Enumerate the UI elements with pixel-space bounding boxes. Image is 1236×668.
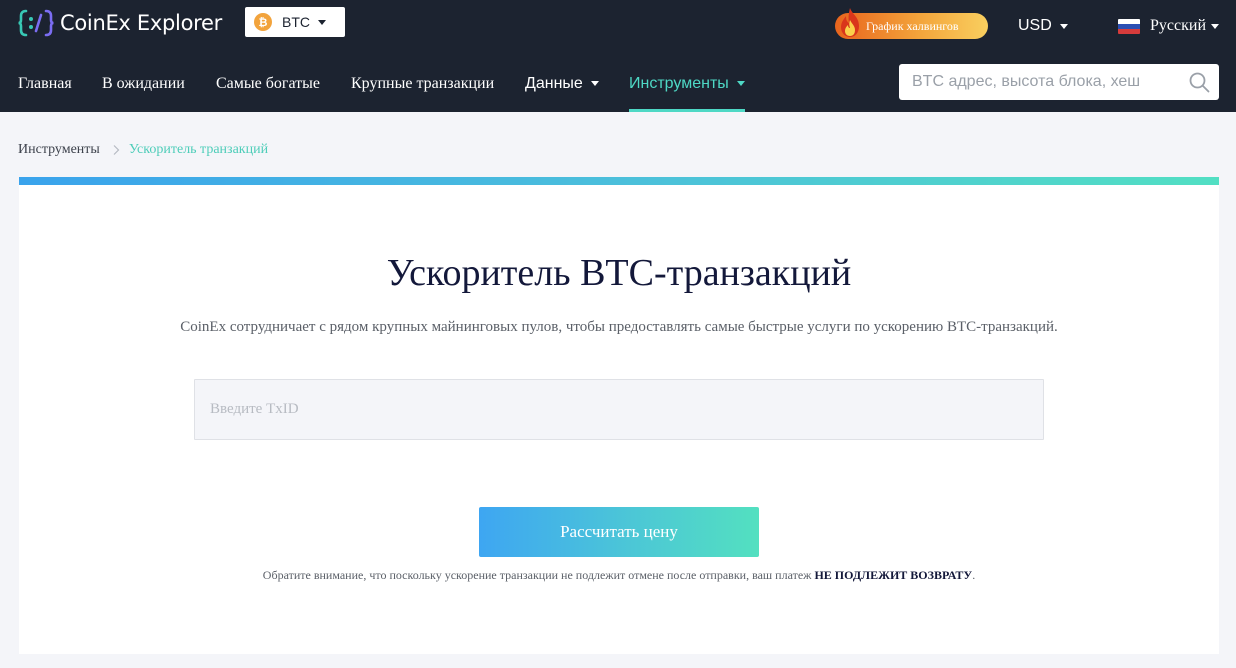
top-header: CoinEx Explorer ₿ BTC График халвингов U… <box>0 0 1236 112</box>
chevron-down-icon <box>1059 23 1068 29</box>
chevron-down-icon <box>1211 23 1219 29</box>
page-title: Ускоритель BTC-транзакций <box>386 252 852 294</box>
halving-chart-label: График халвингов <box>866 19 959 33</box>
currency-select[interactable]: USD <box>1018 15 1068 37</box>
coin-select[interactable]: ₿ BTC <box>245 7 345 37</box>
refund-note: Обратите внимание, что поскольку ускорен… <box>19 567 1219 583</box>
nav-item-pending[interactable]: В ожидании <box>102 62 185 112</box>
nav-item-label: Данные <box>525 75 583 92</box>
coinex-logo-icon <box>18 9 54 37</box>
nav-item-label: Инструменты <box>629 75 729 92</box>
calculate-price-button[interactable]: Рассчитать цену <box>479 507 759 557</box>
txid-input[interactable] <box>194 379 1044 440</box>
nav-item-home[interactable]: Главная <box>18 62 72 112</box>
nav-item-label: В ожидании <box>102 75 185 92</box>
nav-item-label: Крупные транзакции <box>351 75 495 92</box>
russia-flag-icon <box>1118 18 1140 34</box>
fire-icon <box>841 8 859 37</box>
refund-note-text: Обратите внимание, что поскольку ускорен… <box>262 568 815 582</box>
chevron-down-icon <box>590 81 599 87</box>
refund-note-bold: НЕ ПОДЛЕЖИТ ВОЗВРАТУ <box>814 568 973 582</box>
nav-item-label: Самые богатые <box>216 75 320 92</box>
nav-item-richest[interactable]: Самые богатые <box>216 62 320 112</box>
nav-item-tools[interactable]: Инструменты <box>629 62 745 112</box>
logo-text: CoinEx Explorer <box>60 11 222 35</box>
page-subtitle: CoinEx сотрудничает с рядом крупных майн… <box>180 319 1058 335</box>
halving-chart-button[interactable]: График халвингов <box>835 8 988 39</box>
main-nav: Главная В ожидании Самые богатые Крупные… <box>0 62 880 112</box>
card-accent-bar <box>19 177 1219 185</box>
nav-item-label: Главная <box>18 75 72 92</box>
nav-item-large-transactions[interactable]: Крупные транзакции <box>351 62 494 112</box>
coin-select-value: BTC <box>282 14 310 30</box>
breadcrumb: Инструменты Ускоритель транзакций <box>18 140 268 160</box>
language-select[interactable]: Русский <box>1118 15 1219 37</box>
chevron-down-icon <box>736 81 745 87</box>
chevron-right-icon <box>113 145 120 155</box>
accelerator-card: Ускоритель BTC-транзакций CoinEx сотрудн… <box>19 177 1219 654</box>
search-icon[interactable] <box>1189 72 1210 93</box>
breadcrumb-current: Ускоритель транзакций <box>128 142 269 157</box>
refund-note-end: . <box>972 568 976 582</box>
chevron-down-icon <box>318 19 326 25</box>
nav-item-data[interactable]: Данные <box>525 62 599 112</box>
breadcrumb-root[interactable]: Инструменты <box>18 142 100 158</box>
language-value: Русский <box>1150 17 1206 34</box>
bitcoin-icon: ₿ <box>254 13 272 31</box>
logo[interactable]: CoinEx Explorer <box>18 8 222 38</box>
search-input[interactable] <box>899 64 1179 100</box>
currency-value: USD <box>1018 17 1052 34</box>
search-box <box>899 64 1219 100</box>
